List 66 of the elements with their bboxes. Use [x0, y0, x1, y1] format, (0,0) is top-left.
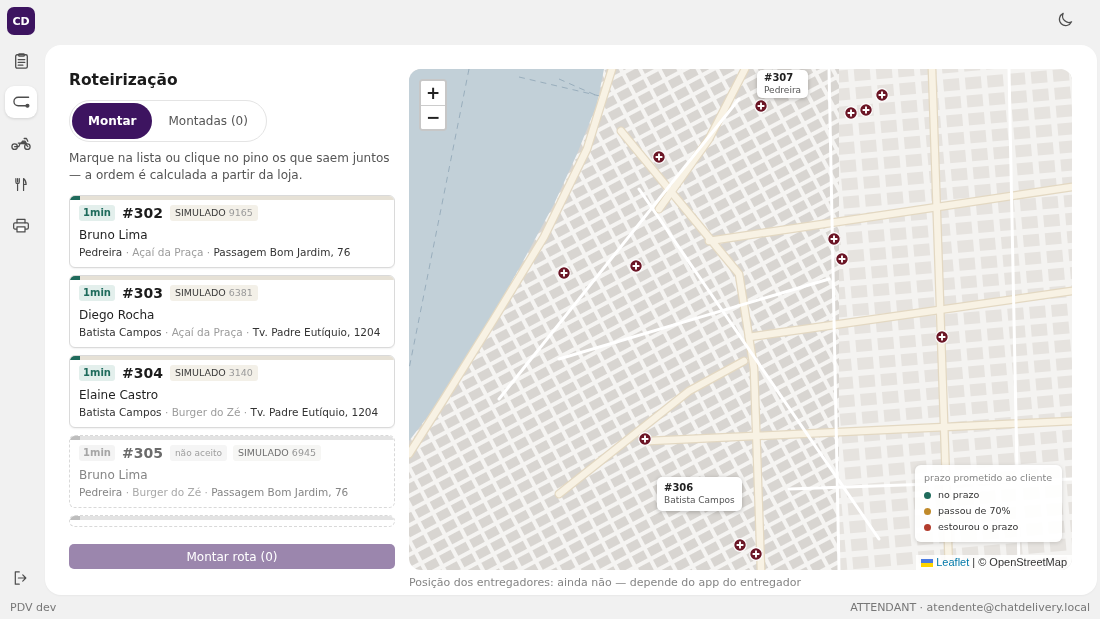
map-marker-icon[interactable]: [935, 330, 949, 344]
user-label: ATTENDANT · atendente@chatdelivery.local: [850, 600, 1090, 614]
legend-label: estourou o prazo: [937, 520, 1019, 534]
tooltip-district: Batista Campos: [664, 494, 735, 506]
order-number: #302: [121, 204, 163, 222]
fork-knife-icon: [15, 176, 27, 192]
customer-name: Bruno Lima: [79, 467, 149, 484]
source-tag: SIMULADO 6945: [233, 445, 322, 461]
customer-name: Elaine Castro: [79, 387, 160, 404]
order-number: #304: [121, 364, 163, 382]
tab[interactable]: Montar: [72, 103, 153, 139]
courier-position-note: Posição dos entregadores: ainda não — depende do app do entregador: [409, 575, 803, 590]
environment-label: PDV dev: [10, 600, 57, 614]
page-title: Roteirização: [69, 70, 179, 91]
customer-name: Bruno Lima: [79, 227, 149, 244]
map-marker-icon[interactable]: [629, 259, 643, 273]
order-details: Pedreira · Burger do Zé · Passagem Bom Jardim, 76: [79, 485, 350, 500]
tooltip-order-number: #306: [664, 482, 695, 494]
zoom-out-button[interactable]: −: [421, 105, 445, 129]
order-card[interactable]: 1min #305 não aceito SIMULADO 6945 Bruno Lima Pedreira · Burger do Zé · Passagem Bom Jardim, 76: [69, 435, 395, 508]
map-marker-icon[interactable]: [733, 538, 747, 552]
order-number: #305: [121, 444, 163, 462]
map-marker-icon[interactable]: [754, 99, 768, 113]
map-marker-icon[interactable]: [859, 103, 873, 117]
elapsed-badge: 1min: [79, 205, 115, 221]
map-marker-icon[interactable]: [749, 547, 763, 561]
app-logo[interactable]: CD: [7, 7, 35, 35]
source-tag: SIMULADO 3140: [169, 365, 258, 381]
elapsed-badge: 1min: [79, 445, 115, 461]
order-details: Batista Campos · Açaí da Praça · Tv. Padre Eutíquio, 1204: [79, 325, 382, 340]
map-marker-icon[interactable]: [875, 88, 889, 102]
customer-name: Diego Rocha: [79, 307, 156, 324]
order-card[interactable]: 1min #302 SIMULADO 9165 Bruno Lima Pedreira · Açaí da Praça · Passagem Bom Jardim, 76: [69, 195, 395, 268]
motorcycle-icon: [11, 136, 31, 150]
moon-icon[interactable]: [1058, 12, 1073, 27]
legend-label: no prazo: [937, 488, 980, 502]
order-details: Pedreira · Açaí da Praça · Passagem Bom Jardim, 76: [79, 245, 352, 260]
map-marker-icon[interactable]: [827, 232, 841, 246]
legend-label: passou de 70%: [937, 504, 1011, 518]
route-icon: [12, 96, 30, 108]
order-number: #303: [121, 284, 163, 302]
clipboard-icon: [14, 53, 28, 69]
logout-icon[interactable]: [14, 571, 28, 585]
map-marker-icon[interactable]: [557, 266, 571, 280]
printer-icon: [13, 217, 29, 233]
status-tag: não aceito: [169, 445, 228, 461]
tab[interactable]: Montadas (0): [152, 103, 264, 139]
map-marker-icon[interactable]: [835, 252, 849, 266]
map-marker-icon[interactable]: [638, 432, 652, 446]
map-marker-icon[interactable]: [652, 150, 666, 164]
order-card[interactable]: 1min #303 SIMULADO 6381 Diego Rocha Batista Campos · Açaí da Praça · Tv. Padre Eutíquio, 1204: [69, 275, 395, 348]
source-tag: SIMULADO 9165: [169, 205, 258, 221]
elapsed-badge: 1min: [79, 365, 115, 381]
instructions-text: Marque na lista ou clique no pino os que saem juntos — a ordem é calculada a partir da loja.: [69, 150, 391, 184]
leaflet-link[interactable]: Leaflet: [936, 555, 970, 570]
attribution-text: | © OpenStreetMap: [972, 555, 1067, 570]
flag-icon: [921, 558, 934, 567]
order-card[interactable]: 1min #304 SIMULADO 3140 Elaine Castro Batista Campos · Burger do Zé · Tv. Padre Eutíquio, 1204: [69, 355, 395, 428]
legend-title: prazo prometido ao cliente: [923, 471, 1052, 485]
elapsed-badge: 1min: [79, 285, 115, 301]
tooltip-district: Pedreira: [764, 84, 802, 96]
tooltip-order-number: #307: [764, 72, 795, 84]
sidebar-item[interactable]: [5, 86, 37, 118]
map-marker-icon[interactable]: [844, 106, 858, 120]
order-details: Batista Campos · Burger do Zé · Tv. Padre Eutíquio, 1204: [79, 405, 380, 420]
source-tag: SIMULADO 6381: [169, 285, 258, 301]
